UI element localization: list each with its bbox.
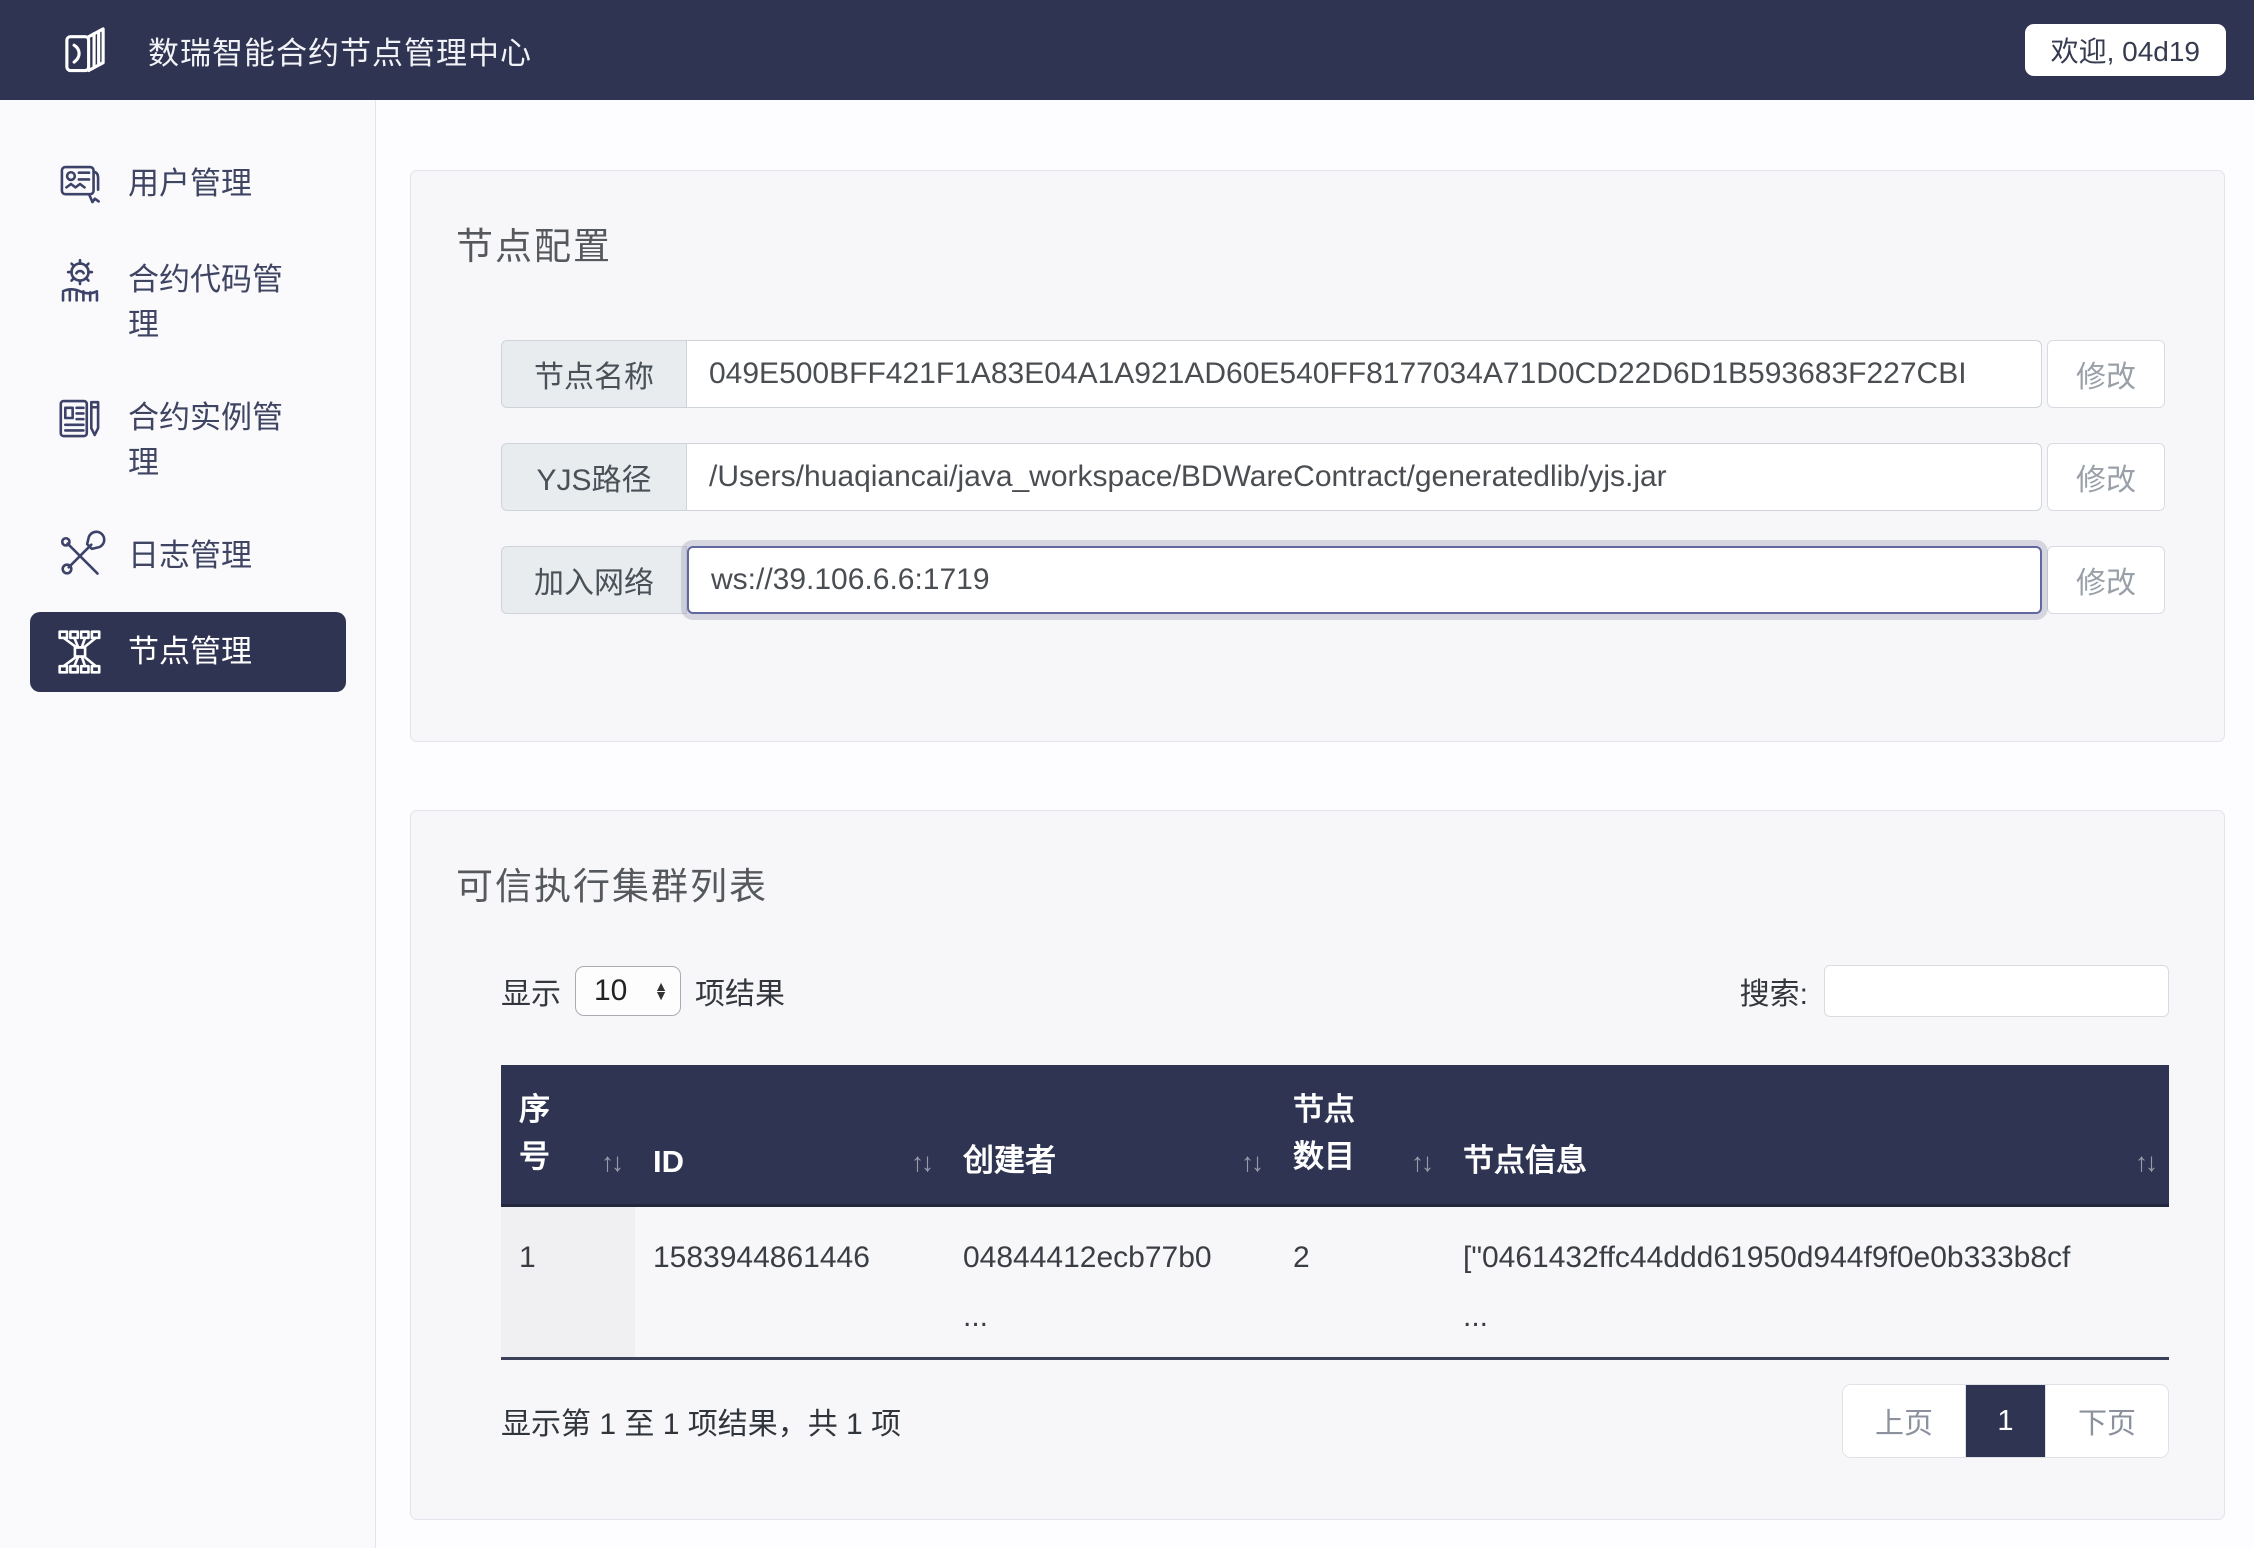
cell-node-info: ["0461432ffc44ddd61950d944f9f0e0b333b8cf… [1445, 1206, 2169, 1359]
join-network-label: 加入网络 [501, 546, 687, 614]
sidebar-item-user-management[interactable]: 用户管理 [30, 144, 346, 224]
column-header-node-info[interactable]: 节点信息 ↑↓ [1445, 1065, 2169, 1206]
page-length-select[interactable]: 10 ▲▼ [575, 966, 681, 1016]
search-input[interactable] [1824, 965, 2169, 1017]
node-name-modify-button[interactable]: 修改 [2047, 340, 2165, 408]
search-control: 搜索: [1740, 965, 2169, 1017]
welcome-user-button[interactable]: 欢迎, 04d19 [2025, 24, 2226, 76]
cluster-list-card: 可信执行集群列表 显示 10 ▲▼ 项结果 搜索: [410, 810, 2225, 1520]
sidebar-item-contract-code[interactable]: 合约代码管理 [30, 240, 346, 362]
join-network-input[interactable] [687, 546, 2042, 614]
node-name-label: 节点名称 [501, 340, 687, 408]
next-page-button[interactable]: 下页 [2045, 1385, 2168, 1457]
table-header-row: 序号 ↑↓ ID ↑↓ 创建者 ↑↓ [501, 1065, 2169, 1206]
table-info-text: 显示第 1 至 1 项结果，共 1 项 [501, 1399, 901, 1443]
yjs-path-label: YJS路径 [501, 443, 687, 511]
column-header-id[interactable]: ID ↑↓ [635, 1065, 945, 1206]
sort-icon: ↑↓ [911, 1147, 931, 1178]
page-1-button[interactable]: 1 [1965, 1385, 2045, 1457]
sidebar-item-log-management[interactable]: 日志管理 [30, 516, 346, 596]
sidebar-item-label: 用户管理 [128, 162, 298, 207]
search-label: 搜索: [1740, 969, 1808, 1013]
sidebar-item-contract-instance[interactable]: 合约实例管理 [30, 378, 346, 500]
sort-icon: ↑↓ [1241, 1147, 1261, 1178]
sidebar-item-node-management[interactable]: 节点管理 [30, 612, 346, 692]
app-title: 数瑞智能合约节点管理中心 [148, 28, 532, 73]
sidebar-item-label: 节点管理 [128, 630, 298, 675]
cell-index: 1 [501, 1206, 635, 1359]
sidebar-item-label: 日志管理 [128, 534, 298, 579]
user-management-icon [54, 158, 106, 210]
node-name-row: 节点名称 修改 [501, 340, 2165, 408]
column-header-creator[interactable]: 创建者 ↑↓ [945, 1065, 1275, 1206]
page-length-control: 显示 10 ▲▼ 项结果 [501, 966, 785, 1016]
show-label: 显示 [501, 969, 561, 1013]
table-row[interactable]: 1 1583944861446 04844412ecb77b0 ... 2 ["… [501, 1206, 2169, 1359]
yjs-path-input[interactable] [687, 443, 2042, 511]
sort-icon: ↑↓ [601, 1147, 621, 1178]
join-network-row: 加入网络 修改 [501, 546, 2165, 614]
join-network-modify-button[interactable]: 修改 [2047, 546, 2165, 614]
cell-node-count: 2 [1275, 1206, 1445, 1359]
results-label: 项结果 [695, 969, 785, 1013]
yjs-path-row: YJS路径 修改 [501, 443, 2165, 511]
node-name-input[interactable] [687, 340, 2042, 408]
node-config-title: 节点配置 [456, 216, 2179, 270]
top-bar: 数瑞智能合约节点管理中心 欢迎, 04d19 [0, 0, 2254, 100]
cluster-table: 序号 ↑↓ ID ↑↓ 创建者 ↑↓ [501, 1065, 2169, 1360]
page-length-value: 10 [594, 974, 627, 1008]
sort-icon: ↑↓ [1411, 1147, 1431, 1178]
sort-icon: ↑↓ [2135, 1147, 2155, 1178]
node-config-form: 节点名称 修改 YJS路径 修改 加入网络 修改 [501, 340, 2165, 614]
sidebar-item-label: 合约实例管理 [128, 396, 298, 486]
cluster-list-title: 可信执行集群列表 [456, 856, 2179, 910]
app-logo-icon [56, 21, 114, 79]
prev-page-button[interactable]: 上页 [1843, 1385, 1965, 1457]
contract-code-icon [54, 254, 106, 306]
log-management-icon [54, 530, 106, 582]
cell-id: 1583944861446 [635, 1206, 945, 1359]
sidebar: 用户管理 合约代码管理 [0, 100, 376, 1548]
pagination: 上页 1 下页 [1842, 1384, 2169, 1458]
node-management-icon [54, 626, 106, 678]
cell-creator: 04844412ecb77b0 ... [945, 1206, 1275, 1359]
main-content: 节点配置 节点名称 修改 YJS路径 修改 加入网络 修改 [376, 100, 2254, 1548]
yjs-path-modify-button[interactable]: 修改 [2047, 443, 2165, 511]
column-header-node-count[interactable]: 节点数目 ↑↓ [1275, 1065, 1445, 1206]
contract-instance-icon [54, 392, 106, 444]
select-arrows-icon: ▲▼ [654, 982, 668, 999]
sidebar-item-label: 合约代码管理 [128, 258, 298, 348]
node-config-card: 节点配置 节点名称 修改 YJS路径 修改 加入网络 修改 [410, 170, 2225, 742]
column-header-index[interactable]: 序号 ↑↓ [501, 1065, 635, 1206]
